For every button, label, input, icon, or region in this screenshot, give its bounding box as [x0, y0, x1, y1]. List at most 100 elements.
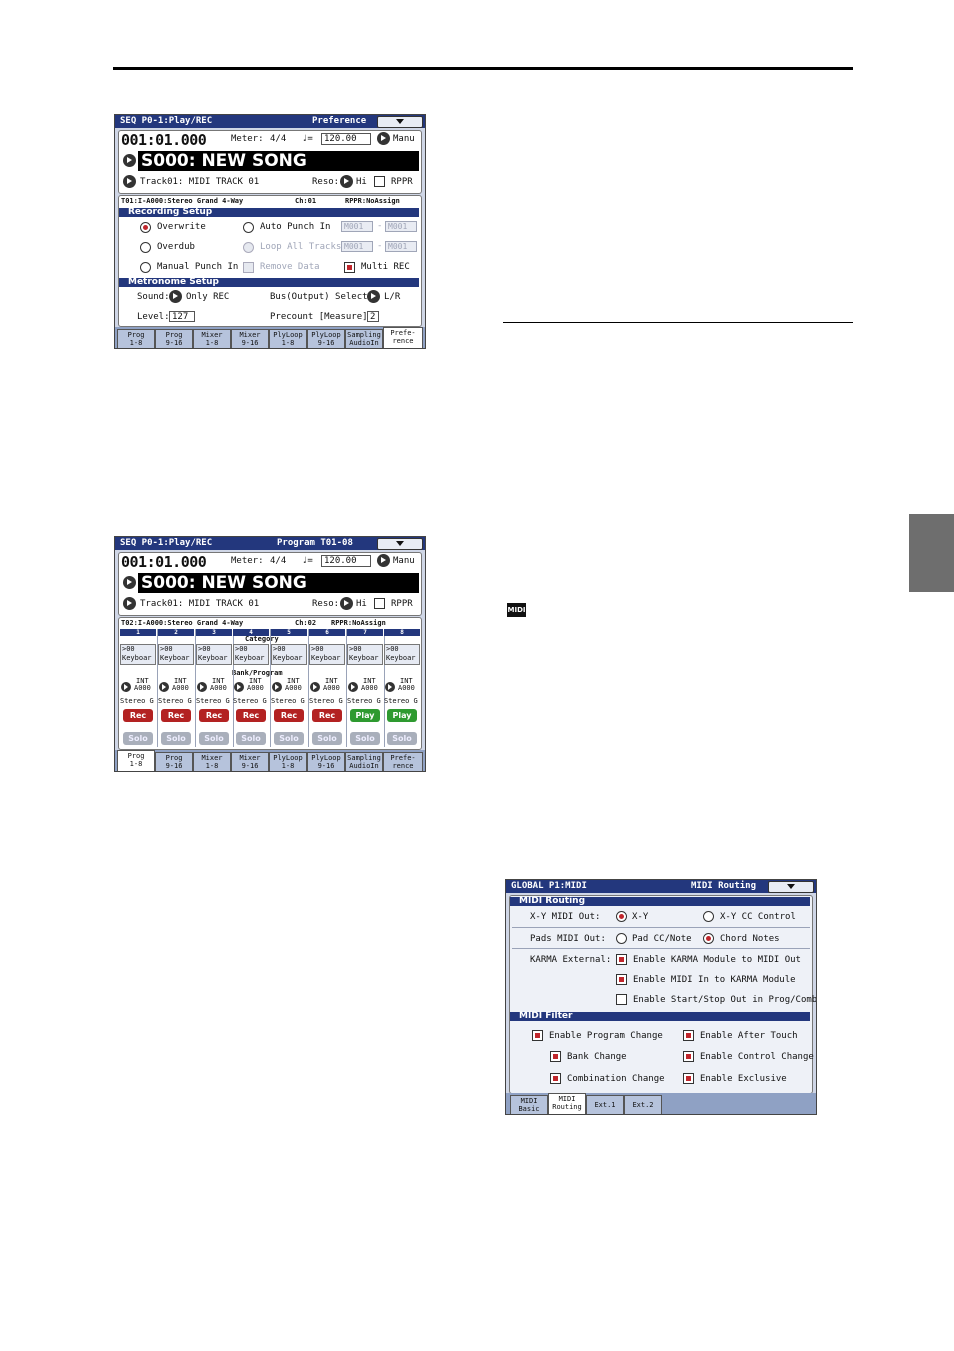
play-rec-button[interactable]: Rec — [199, 709, 229, 722]
tab-mixer-1-8[interactable]: Mixer 1-8 — [193, 329, 231, 348]
auto-punch-radio[interactable] — [243, 222, 254, 233]
program-select-arrow-icon[interactable] — [348, 682, 358, 692]
precount-field[interactable]: 2 — [367, 311, 379, 322]
exclusive-checkbox[interactable] — [683, 1073, 694, 1084]
play-rec-button[interactable]: Play — [350, 709, 380, 722]
remove-data-checkbox[interactable] — [243, 262, 254, 273]
page-menu-button[interactable] — [377, 116, 423, 128]
play-rec-button[interactable]: Rec — [312, 709, 342, 722]
program-select-arrow-icon[interactable] — [234, 682, 244, 692]
after-touch-checkbox[interactable] — [683, 1030, 694, 1041]
pad-cc-note-radio[interactable] — [616, 933, 627, 944]
play-rec-button[interactable]: Rec — [123, 709, 153, 722]
solo-button[interactable]: Solo — [236, 732, 266, 745]
start-stop-out-checkbox[interactable] — [616, 994, 627, 1005]
meter-value[interactable]: 4/4 — [270, 556, 286, 566]
tab-plyloop-1-8[interactable]: PlyLoop 1-8 — [269, 329, 307, 348]
solo-button[interactable]: Solo — [312, 732, 342, 745]
solo-button[interactable]: Solo — [350, 732, 380, 745]
tab-preference[interactable]: Prefe-rence — [383, 752, 423, 771]
tab-plyloop-1-8[interactable]: PlyLoop 1-8 — [269, 752, 307, 771]
xy-radio[interactable] — [616, 911, 627, 922]
category-select[interactable]: >00 Keyboar — [384, 644, 420, 665]
play-rec-button[interactable]: Rec — [274, 709, 304, 722]
overwrite-radio[interactable] — [140, 222, 151, 233]
location-readout[interactable]: 001:01.000 — [121, 553, 207, 571]
overdub-radio[interactable] — [140, 242, 151, 253]
multi-rec-checkbox[interactable] — [344, 262, 355, 273]
tempo-field[interactable]: 120.00 — [321, 555, 371, 567]
midi-to-karma-checkbox[interactable] — [616, 974, 627, 985]
tempo-mode-arrow-icon[interactable] — [377, 132, 390, 145]
program-select-arrow-icon[interactable] — [159, 682, 169, 692]
tab-preference[interactable]: Prefe-rence — [383, 327, 423, 348]
tab-mixer-1-8[interactable]: Mixer 1-8 — [193, 752, 231, 771]
solo-button[interactable]: Solo — [274, 732, 304, 745]
solo-button[interactable]: Solo — [199, 732, 229, 745]
meter-value[interactable]: 4/4 — [270, 134, 286, 144]
program-select-arrow-icon[interactable] — [385, 682, 395, 692]
play-rec-button[interactable]: Play — [387, 709, 417, 722]
bank-change-checkbox[interactable] — [550, 1051, 561, 1062]
track-name[interactable]: Track01: MIDI TRACK 01 — [140, 599, 259, 609]
tab-prog-1-8[interactable]: Prog 1-8 — [117, 329, 155, 348]
category-select[interactable]: >00 Keyboar — [309, 644, 345, 665]
rppr-checkbox[interactable] — [374, 598, 385, 609]
tab-sampling-audioin[interactable]: Sampling AudioIn — [345, 752, 383, 771]
solo-button[interactable]: Solo — [387, 732, 417, 745]
program-change-checkbox[interactable] — [532, 1030, 543, 1041]
play-rec-button[interactable]: Rec — [161, 709, 191, 722]
level-field[interactable]: 127 — [169, 311, 195, 322]
tab-prog-1-8[interactable]: Prog 1-8 — [117, 750, 155, 771]
program-select-arrow-icon[interactable] — [310, 682, 320, 692]
karma-to-midi-checkbox[interactable] — [616, 954, 627, 965]
manual-punch-radio[interactable] — [140, 262, 151, 273]
tab-ext1[interactable]: Ext.1 — [586, 1095, 624, 1114]
tempo-field[interactable]: 120.00 — [321, 133, 371, 145]
solo-button[interactable]: Solo — [161, 732, 191, 745]
xy-cc-control-radio[interactable] — [703, 911, 714, 922]
solo-button[interactable]: Solo — [123, 732, 153, 745]
loop-all-radio[interactable] — [243, 242, 254, 253]
play-rec-button[interactable]: Rec — [236, 709, 266, 722]
combination-change-checkbox[interactable] — [550, 1073, 561, 1084]
category-select[interactable]: >00 Keyboar — [120, 644, 156, 665]
tab-plyloop-9-16[interactable]: PlyLoop 9-16 — [307, 752, 345, 771]
song-select-arrow-icon[interactable] — [123, 576, 136, 589]
program-select-arrow-icon[interactable] — [197, 682, 207, 692]
page-menu-button[interactable] — [768, 881, 814, 893]
punch-from-field[interactable]: M001 — [341, 221, 373, 232]
category-select[interactable]: >00 Keyboar — [271, 644, 307, 665]
rppr-checkbox[interactable] — [374, 176, 385, 187]
control-change-checkbox[interactable] — [683, 1051, 694, 1062]
program-select-arrow-icon[interactable] — [272, 682, 282, 692]
location-readout[interactable]: 001:01.000 — [121, 131, 207, 149]
tab-ext2[interactable]: Ext.2 — [624, 1095, 662, 1114]
chord-notes-radio[interactable] — [703, 933, 714, 944]
tab-sampling-audioin[interactable]: Sampling AudioIn — [345, 329, 383, 348]
reso-arrow-icon[interactable] — [340, 175, 353, 188]
tab-prog-9-16[interactable]: Prog 9-16 — [155, 329, 193, 348]
tab-midi-basic[interactable]: MIDI Basic — [510, 1095, 548, 1114]
track-select-arrow-icon[interactable] — [123, 175, 136, 188]
tab-prog-9-16[interactable]: Prog 9-16 — [155, 752, 193, 771]
page-menu-button[interactable] — [377, 538, 423, 550]
song-select-arrow-icon[interactable] — [123, 154, 136, 167]
program-select-arrow-icon[interactable] — [121, 682, 131, 692]
loop-to-field[interactable]: M001 — [385, 241, 417, 252]
tab-mixer-9-16[interactable]: Mixer 9-16 — [231, 329, 269, 348]
track-name[interactable]: Track01: MIDI TRACK 01 — [140, 177, 259, 187]
tab-mixer-9-16[interactable]: Mixer 9-16 — [231, 752, 269, 771]
category-select[interactable]: >00 Keyboar — [347, 644, 383, 665]
bus-arrow-icon[interactable] — [367, 290, 380, 303]
tab-midi-routing[interactable]: MIDI Routing — [548, 1093, 586, 1114]
punch-to-field[interactable]: M001 — [385, 221, 417, 232]
song-name-field[interactable]: S000: NEW SONG — [138, 151, 419, 171]
category-select[interactable]: >00 Keyboar — [233, 644, 269, 665]
tab-plyloop-9-16[interactable]: PlyLoop 9-16 — [307, 329, 345, 348]
category-select[interactable]: >00 Keyboar — [196, 644, 232, 665]
category-select[interactable]: >00 Keyboar — [158, 644, 194, 665]
song-name-field[interactable]: S000: NEW SONG — [138, 573, 419, 593]
tempo-mode-arrow-icon[interactable] — [377, 554, 390, 567]
reso-arrow-icon[interactable] — [340, 597, 353, 610]
